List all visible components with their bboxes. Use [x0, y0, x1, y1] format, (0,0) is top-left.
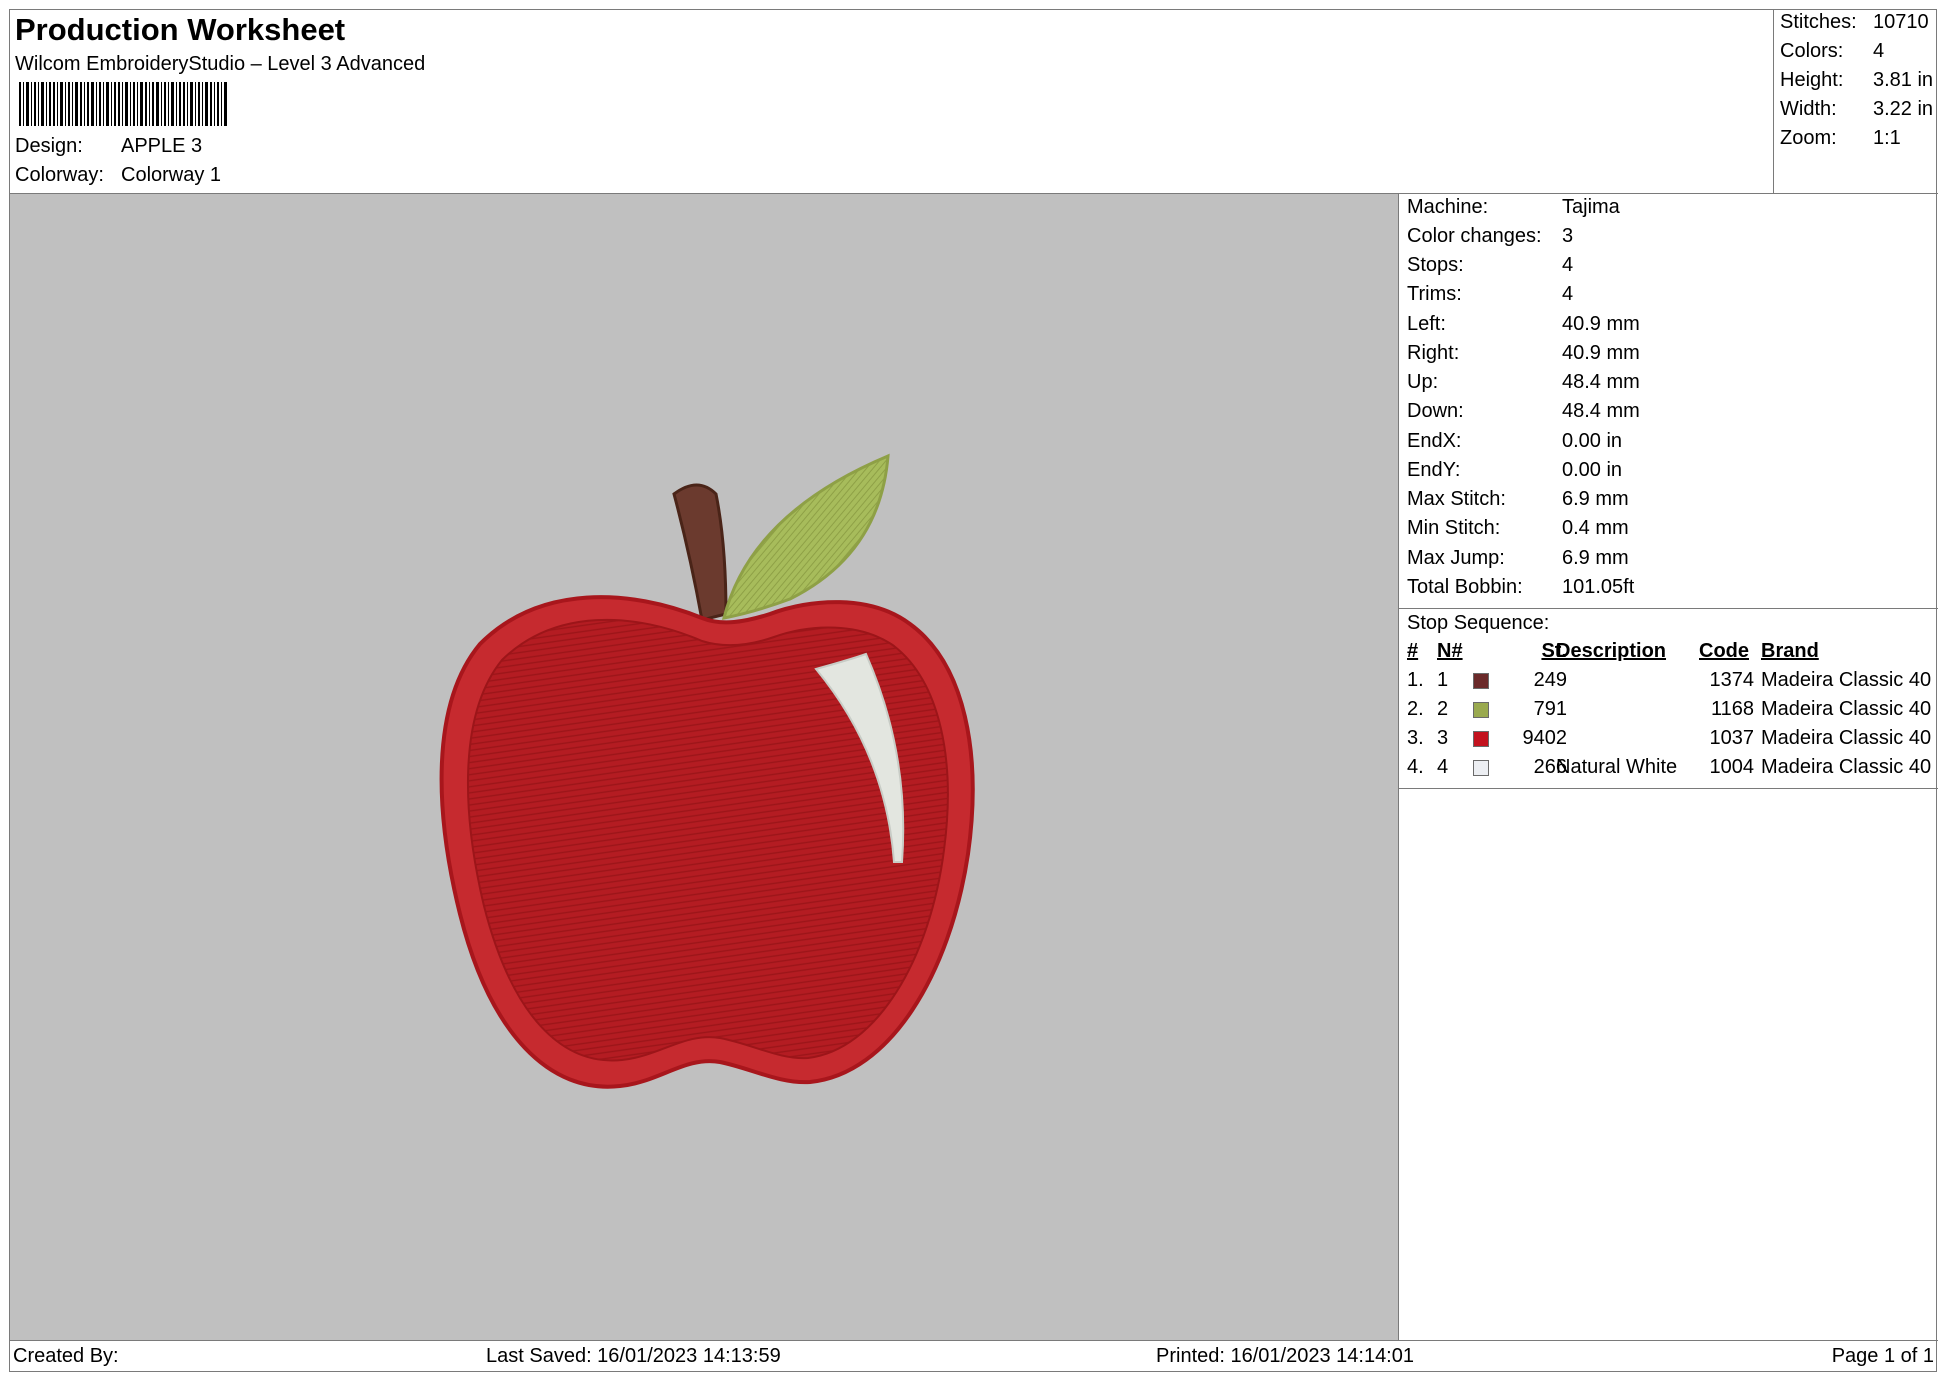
seq-row-3-needle: 3: [1437, 727, 1449, 749]
barcode-image: [19, 82, 227, 126]
seq-row-4-needle: 4: [1437, 756, 1449, 778]
apple-embroidery-image: [439, 453, 975, 1089]
prop-max-jump: Max Jump: 6.9 mm: [1407, 547, 1629, 569]
design-label: Design:: [15, 135, 83, 157]
seq-row-4-swatch: [1473, 760, 1489, 776]
col-header-brand: Brand: [1761, 640, 1819, 662]
seq-row-2-needle: 2: [1437, 698, 1449, 720]
design-value: APPLE 3: [121, 135, 203, 157]
prop-trims: Trims: 4: [1407, 283, 1574, 305]
software-subtitle: Wilcom EmbroideryStudio – Level 3 Advanc…: [15, 53, 426, 75]
stat-width: Width: 3.22 in: [1780, 98, 1934, 120]
stat-height: Height: 3.81 in: [1780, 69, 1934, 91]
seq-row-4-index: 4.: [1407, 756, 1424, 778]
prop-up: Up: 48.4 mm: [1407, 371, 1640, 393]
seq-row-4-brand: Madeira Classic 40: [1761, 756, 1932, 778]
seq-row-2-stitches: 791: [1533, 698, 1567, 720]
page-title: Production Worksheet: [15, 12, 346, 47]
prop-right: Right: 40.9 mm: [1407, 342, 1640, 364]
footer: Created By: Last Saved: 16/01/2023 14:13…: [10, 1340, 1938, 1373]
prop-left: Left: 40.9 mm: [1407, 313, 1640, 335]
prop-machine: Machine: Tajima: [1407, 196, 1620, 218]
stat-stitches: Stitches: 10710: [1780, 11, 1929, 33]
page-number: Page 1 of 1: [1831, 1345, 1934, 1367]
prop-max-stitch: Max Stitch: 6.9 mm: [1407, 488, 1629, 510]
seq-row-2-code: 1168: [1710, 698, 1754, 720]
stop-sequence-title: Stop Sequence:: [1407, 612, 1550, 634]
colorway-row: Colorway: Colorway 1: [15, 164, 221, 187]
prop-min-stitch: Min Stitch: 0.4 mm: [1407, 517, 1629, 539]
design-info-panel: Machine: Tajima Color changes: 3 Stops: 4 T…: [1399, 194, 1938, 1340]
seq-row-1-brand: Madeira Classic 40: [1761, 669, 1932, 691]
leaf-shape: [721, 453, 890, 620]
prop-down: Down: 48.4 mm: [1407, 400, 1640, 422]
seq-row-3-brand: Madeira Classic 40: [1761, 727, 1932, 749]
seq-row-3-index: 3.: [1407, 727, 1424, 749]
seq-row-1-swatch: [1473, 673, 1489, 689]
worksheet: Production Worksheet Wilcom EmbroiderySt…: [9, 9, 1938, 1373]
prop-total-bobbin: Total Bobbin: 101.05ft: [1407, 576, 1635, 598]
design-row: Design: APPLE 3: [15, 135, 202, 158]
seq-row-3-code: 1037: [1709, 727, 1755, 749]
seq-row-3-swatch: [1473, 731, 1489, 747]
col-header-code: Code: [1699, 640, 1749, 662]
printed-date: Printed: 16/01/2023 14:14:01: [1156, 1345, 1414, 1367]
seq-row-1-index: 1.: [1407, 669, 1424, 691]
col-header-index: #: [1407, 640, 1419, 662]
header: Production Worksheet Wilcom EmbroiderySt…: [10, 10, 1938, 194]
stem-shape: [672, 483, 728, 622]
divider: [1399, 608, 1938, 609]
seq-row-4-description: Natural White: [1556, 756, 1678, 778]
prop-endx: EndX: 0.00 in: [1407, 430, 1623, 452]
divider: [1399, 788, 1938, 789]
prop-color-changes: Color changes: 3: [1407, 225, 1574, 247]
stat-colors: Colors: 4: [1780, 40, 1885, 62]
col-header-needle: N#: [1437, 640, 1463, 662]
seq-row-2-index: 2.: [1407, 698, 1424, 720]
design-preview: [10, 194, 1399, 1340]
seq-row-2-swatch: [1473, 702, 1489, 718]
seq-row-1-stitches: 249: [1533, 669, 1567, 691]
seq-row-4-code: 1004: [1709, 756, 1755, 778]
prop-endy: EndY: 0.00 in: [1407, 459, 1623, 481]
design-stats: Stitches: 10710 Colors: 4 Height: 3.81 in W…: [1773, 10, 1938, 193]
stat-zoom: Zoom: 1:1: [1780, 127, 1901, 149]
seq-row-1-needle: 1: [1437, 669, 1449, 691]
last-saved: Last Saved: 16/01/2023 14:13:59: [486, 1345, 781, 1367]
created-by: Created By:: [13, 1345, 119, 1367]
seq-row-2-brand: Madeira Classic 40: [1761, 698, 1932, 720]
seq-row-3-stitches: 9402: [1522, 727, 1568, 749]
col-header-description: Description: [1556, 640, 1667, 662]
seq-row-1-code: 1374: [1709, 669, 1755, 691]
prop-stops: Stops: 4: [1407, 254, 1574, 276]
colorway-label: Colorway:: [15, 164, 104, 186]
colorway-value: Colorway 1: [121, 164, 222, 186]
